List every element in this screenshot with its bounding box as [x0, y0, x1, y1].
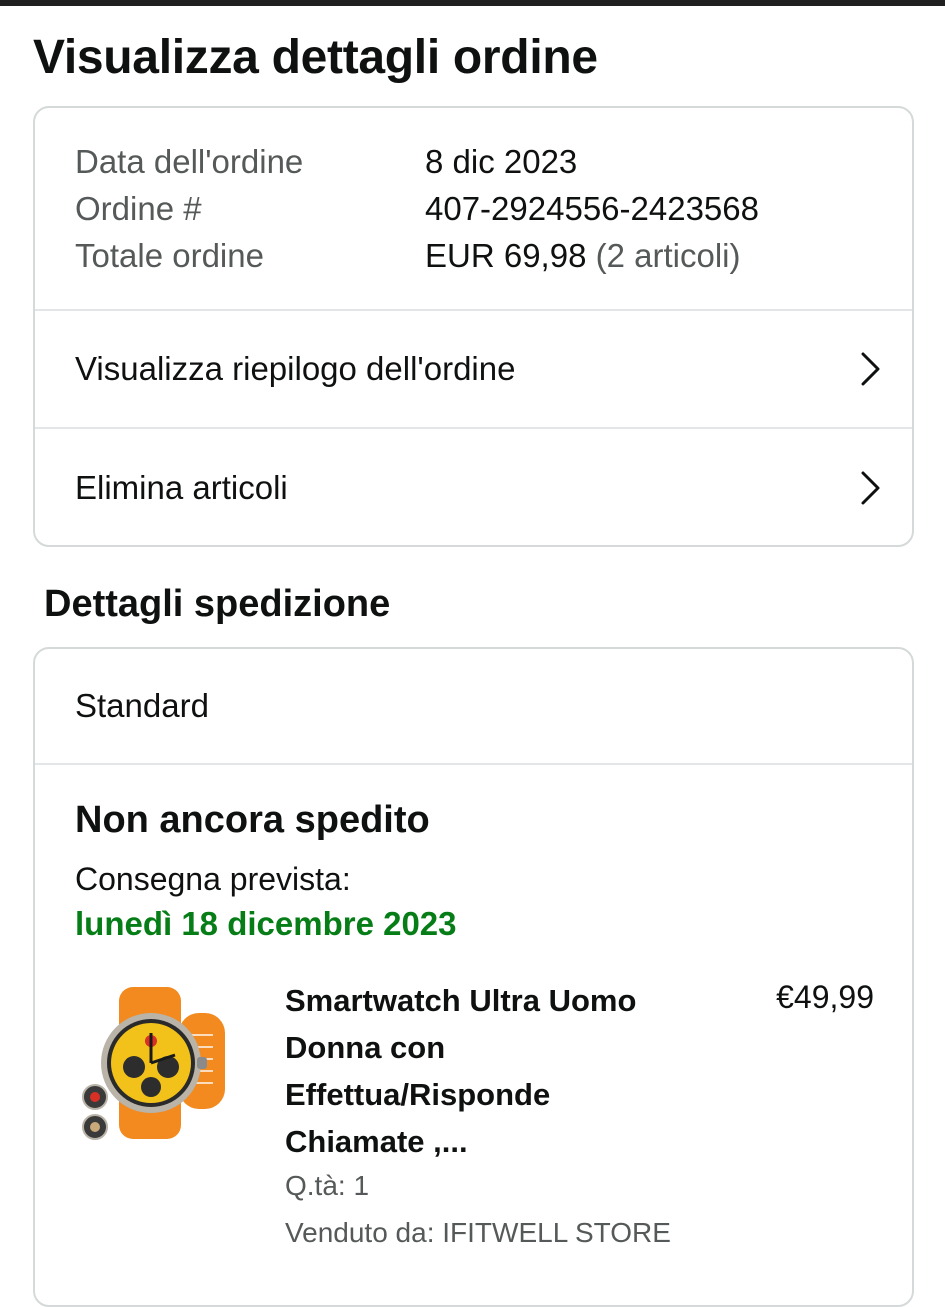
view-order-summary-link[interactable]: Visualizza riepilogo dell'ordine [35, 311, 912, 429]
product-price: €49,99 [776, 979, 874, 1015]
order-summary-card: Data dell'ordine 8 dic 2023 Ordine # 407… [33, 106, 914, 547]
page-title: Visualizza dettagli ordine [33, 31, 598, 84]
shipment-status: Non ancora spedito [75, 799, 430, 841]
product-quantity: Q.tà: 1 [285, 1170, 370, 1201]
order-date-label: Data dell'ordine [75, 143, 304, 180]
order-total-label: Totale ordine [75, 237, 264, 274]
product-seller[interactable]: Venduto da: IFITWELL STORE [285, 1217, 671, 1249]
order-total-items: (2 articoli) [595, 237, 741, 274]
status-bar [0, 0, 945, 6]
order-date-value: 8 dic 2023 [425, 143, 578, 180]
shipping-type: Standard [35, 649, 912, 765]
smartwatch-image[interactable] [79, 983, 239, 1143]
shipping-card: Standard Non ancora spedito Consegna pre… [33, 647, 914, 1307]
view-order-summary-label: Visualizza riepilogo dell'ordine [75, 350, 516, 387]
delete-items-link[interactable]: Elimina articoli [35, 429, 912, 545]
chevron-right-icon [861, 352, 880, 386]
delivery-label: Consegna prevista: [75, 861, 351, 897]
chevron-right-icon [861, 471, 880, 505]
order-total-value: EUR 69,98 (2 articoli) [425, 236, 740, 276]
product-name[interactable]: Smartwatch Ultra Uomo Donna con Effettua… [285, 977, 665, 1165]
order-info-block: Data dell'ordine 8 dic 2023 Ordine # 407… [35, 108, 912, 311]
delete-items-label: Elimina articoli [75, 469, 288, 506]
order-total-amount: EUR 69,98 [425, 237, 587, 274]
order-number-value: 407-2924556-2423568 [425, 190, 759, 227]
order-number-label: Ordine # [75, 190, 202, 227]
shipping-section-title: Dettagli spedizione [44, 583, 391, 625]
delivery-date: lunedì 18 dicembre 2023 [75, 905, 457, 942]
